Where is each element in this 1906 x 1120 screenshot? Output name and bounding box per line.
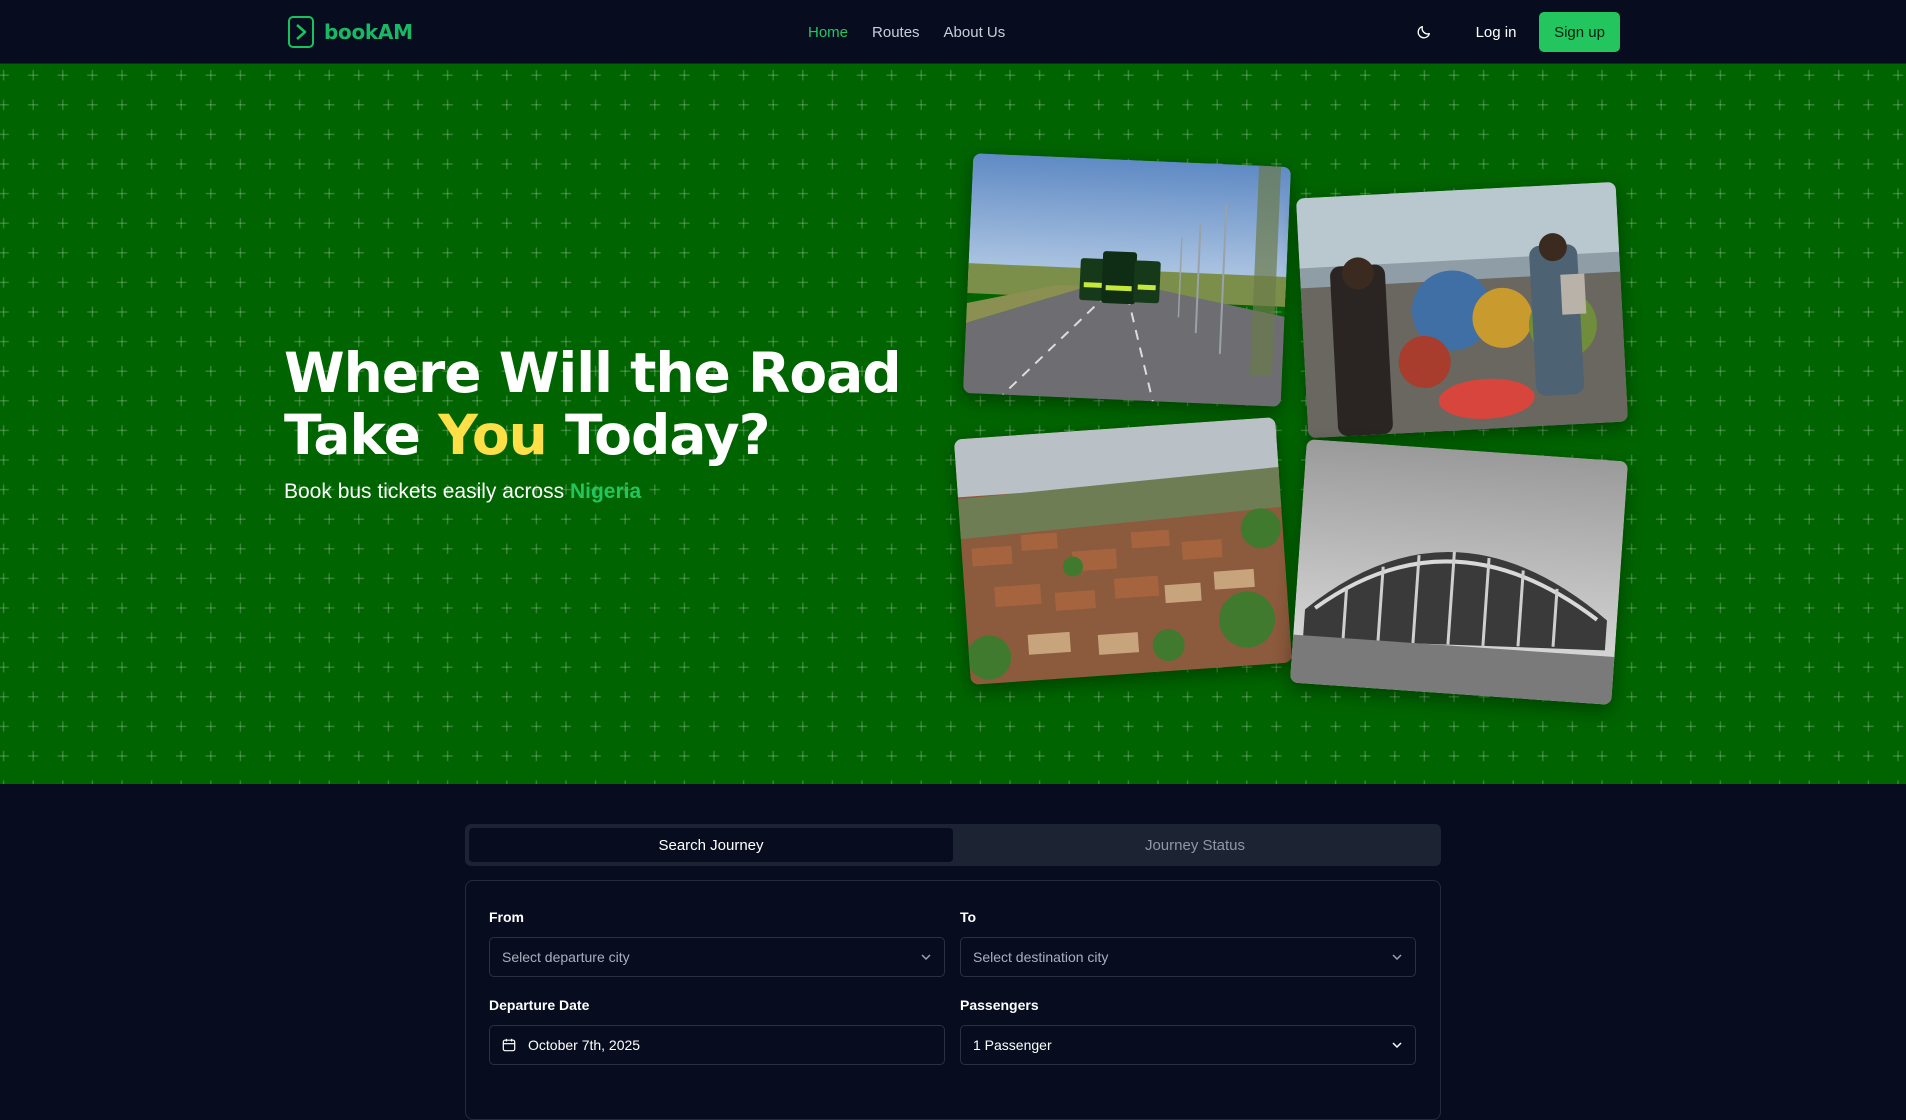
departure-date-picker[interactable]: October 7th, 2025: [489, 1025, 945, 1065]
departure-date-value: October 7th, 2025: [528, 1037, 641, 1053]
hero-title-accent: You: [438, 403, 548, 467]
town-aerial-photo: [953, 417, 1293, 685]
moon-icon: [1417, 26, 1430, 39]
hero-subtitle: Book bus tickets easily across Nigeria: [284, 480, 641, 504]
to-select-value: Select destination city: [973, 949, 1109, 965]
hero-section: Where Will the Road Take You Today? Book…: [0, 64, 1906, 784]
bus-road-photo: [962, 153, 1292, 407]
chevron-down-icon: [1392, 954, 1402, 961]
from-label: From: [489, 909, 524, 925]
nav-link-routes[interactable]: Routes: [872, 24, 920, 41]
chevron-down-icon: [1392, 1042, 1402, 1049]
to-select[interactable]: Select destination city: [960, 937, 1416, 977]
login-button[interactable]: Log in: [1462, 12, 1530, 52]
signup-button[interactable]: Sign up: [1539, 12, 1620, 52]
stadium-photo: [1289, 439, 1629, 705]
nav-links: Home Routes About Us: [808, 0, 1005, 64]
tab-journey-status[interactable]: Journey Status: [953, 828, 1437, 862]
passengers-select[interactable]: 1 Passenger: [960, 1025, 1416, 1065]
chevron-down-icon: [921, 954, 931, 961]
hero-title-line2-post: Today?: [546, 403, 771, 467]
departure-date-label: Departure Date: [489, 997, 590, 1013]
hero-title: Where Will the Road Take You Today?: [284, 342, 944, 466]
search-form: From Select departure city To Select des…: [465, 880, 1441, 1120]
passengers-label: Passengers: [960, 997, 1039, 1013]
hero-subtitle-text: Book bus tickets easily across: [284, 480, 570, 503]
brand-name: bookAM: [324, 20, 413, 44]
tab-search-journey[interactable]: Search Journey: [469, 828, 953, 862]
hero-title-line2-pre: Take: [284, 403, 439, 467]
brand-logo[interactable]: bookAM: [288, 16, 413, 48]
nav-link-about-us[interactable]: About Us: [944, 24, 1006, 41]
passengers-value: 1 Passenger: [973, 1037, 1052, 1053]
hero-subtitle-accent: Nigeria: [569, 480, 642, 503]
logo-chevron-icon: [288, 16, 314, 48]
theme-toggle-button[interactable]: [1412, 20, 1436, 44]
market-photo: [1295, 181, 1629, 439]
from-select-value: Select departure city: [502, 949, 630, 965]
nav-link-home[interactable]: Home: [808, 24, 848, 41]
calendar-icon: [502, 1038, 516, 1052]
top-nav: bookAM Home Routes About Us Log in Sign …: [0, 0, 1906, 64]
journey-tabs: Search Journey Journey Status: [465, 824, 1441, 866]
from-select[interactable]: Select departure city: [489, 937, 945, 977]
to-label: To: [960, 909, 977, 925]
hero-title-line1: Where Will the Road: [284, 341, 902, 405]
